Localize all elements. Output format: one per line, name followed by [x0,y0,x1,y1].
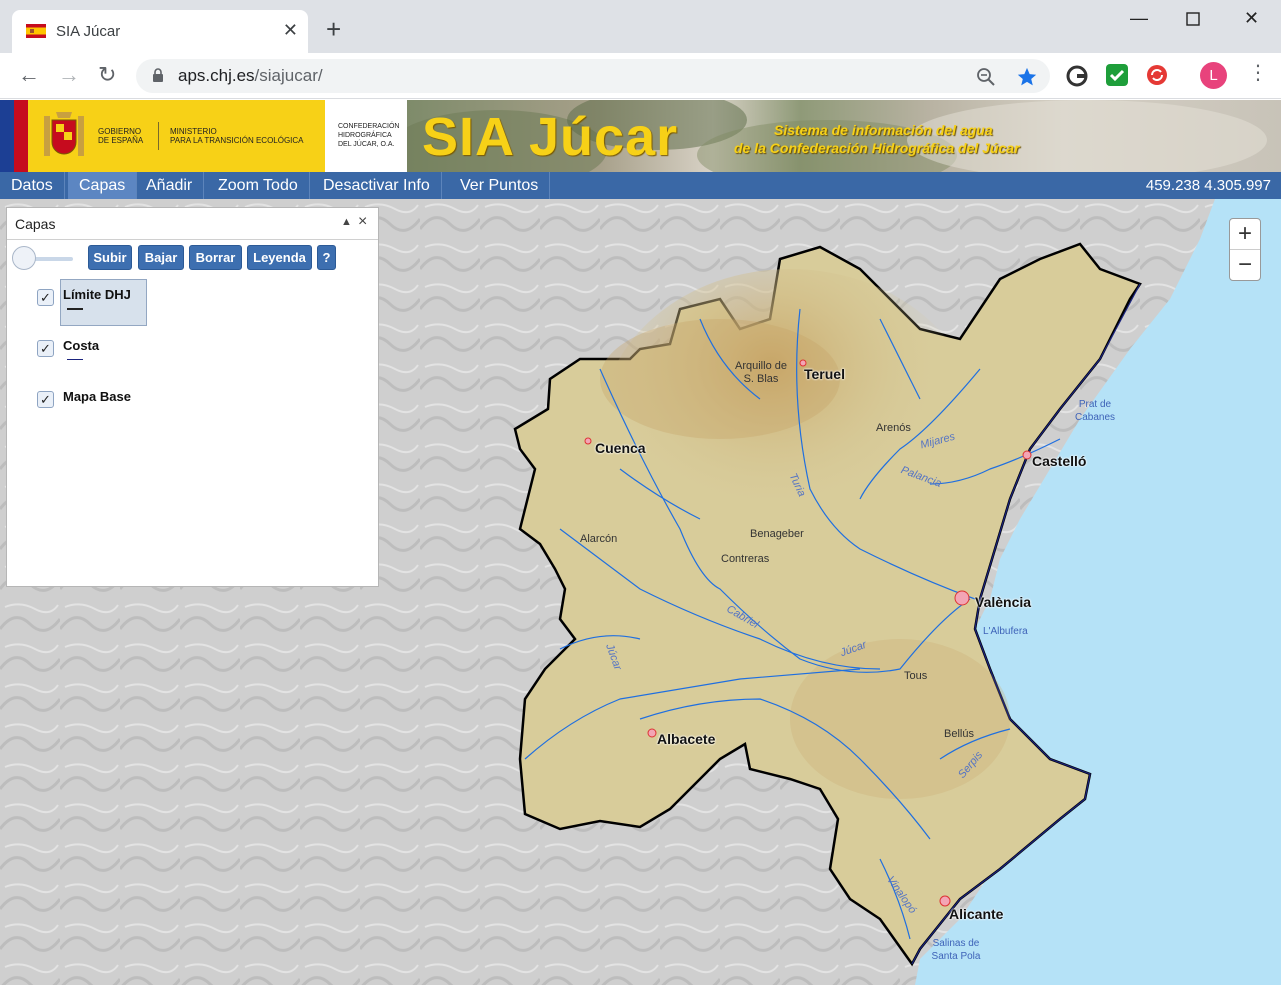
zoom-control: + − [1229,218,1261,281]
extension-check-icon[interactable] [1106,64,1128,86]
main-menu: Datos Capas Añadir Zoom Todo Desactivar … [0,172,1281,199]
ministry-line2: PARA LA TRANSICIÓN ECOLÓGICA [170,136,304,145]
site-subtitle-line1: Sistema de información del agua [774,122,993,138]
subir-button[interactable]: Subir [88,245,132,270]
place-label: Bellús [944,728,974,740]
coat-of-arms-icon [44,112,84,156]
collapse-icon[interactable]: ▲ [341,216,352,228]
tab-close-icon[interactable]: ✕ [283,20,298,40]
layer-checkbox[interactable]: ✓ [37,340,54,357]
place-label: Tous [904,670,928,682]
extension-sync-icon[interactable] [1146,64,1168,86]
site-banner: GOBIERNO DE ESPAÑA MINISTERIO PARA LA TR… [0,100,1281,172]
menu-zoom-todo[interactable]: Zoom Todo [207,172,310,199]
city-label: Castelló [1032,453,1087,469]
site-subtitle-line2: de la Confederación Hidrográfica del Júc… [734,140,1020,156]
conf-line3: DEL JÚCAR, O.A. [338,141,395,148]
conf-line2: HIDROGRÁFICA [338,132,392,139]
browser-toolbar: ← → ↻ aps.chj.es/siajucar/ L ⋮ [0,53,1281,99]
browser-tabstrip: SIA Júcar ✕ + — ✕ [0,0,1281,53]
back-arrow-icon[interactable]: ← [18,63,40,87]
borrar-button[interactable]: Borrar [189,245,242,270]
layer-name[interactable]: Mapa Base [63,389,131,404]
place-label: Arenós [876,422,911,434]
layers-panel: Capas ▲ × Subir Bajar Borrar Leyenda ? ✓… [6,207,379,587]
tab-title: SIA Júcar [56,23,121,40]
spain-flag-icon [26,24,46,38]
gov-line1: GOBIERNO [98,127,142,136]
layer-checkbox[interactable]: ✓ [37,391,54,408]
layer-name[interactable]: Costa [63,338,99,353]
opacity-slider-handle[interactable] [12,246,36,270]
conf-line1: CONFEDERACIÓN [338,123,400,130]
layer-line-symbol [67,308,83,310]
minimize-icon[interactable]: — [1130,8,1148,29]
menu-datos[interactable]: Datos [0,172,65,199]
menu-ver-puntos[interactable]: Ver Puntos [449,172,551,199]
help-button[interactable]: ? [317,245,336,270]
wetland-label: Prat de Cabanes [1074,399,1116,423]
place-label: Benageber [750,528,804,540]
menu-desactivar-info[interactable]: Desactivar Info [312,172,442,199]
close-icon[interactable]: × [358,213,367,231]
place-label: Alarcón [580,533,618,545]
maximize-icon[interactable] [1186,10,1200,31]
ministry-line1: MINISTERIO [170,127,217,136]
place-label: Contreras [721,553,770,565]
city-label: Cuenca [595,440,646,456]
zoom-out-button[interactable]: − [1230,250,1260,281]
browser-tab[interactable]: SIA Júcar ✕ [12,10,308,53]
new-tab-button[interactable]: + [326,16,341,42]
menu-capas[interactable]: Capas [68,172,138,199]
reload-icon[interactable]: ↻ [98,63,116,87]
city-label: Teruel [804,366,845,382]
layers-panel-header[interactable]: Capas ▲ × [7,208,378,240]
layer-line-symbol [67,359,83,360]
menu-anadir[interactable]: Añadir [135,172,205,199]
confederacion-logo-area: CONFEDERACIÓN HIDROGRÁFICA DEL JÚCAR, O.… [325,100,407,172]
layers-panel-title: Capas [15,216,56,232]
city-label: Albacete [657,731,716,747]
forward-arrow-icon[interactable]: → [58,63,80,87]
gov-line2: DE ESPAÑA [98,136,144,145]
leyenda-button[interactable]: Leyenda [247,245,312,270]
extension-g-icon[interactable] [1066,65,1088,87]
lagoon-label: L'Albufera [983,626,1028,637]
bajar-button[interactable]: Bajar [138,245,184,270]
zoom-in-button[interactable]: + [1230,219,1260,250]
zoom-out-icon[interactable] [976,67,996,87]
salinas-label: Salinas de Santa Pola [931,938,981,962]
layer-checkbox[interactable]: ✓ [37,289,54,306]
address-bar[interactable]: aps.chj.es/siajucar/ [136,59,1050,93]
government-logo-area: GOBIERNO DE ESPAÑA MINISTERIO PARA LA TR… [0,100,325,172]
bookmark-star-icon[interactable] [1016,66,1038,88]
lock-icon [153,68,163,82]
city-label: Alicante [949,906,1004,922]
place-label: Arquillo de S. Blas [735,360,787,385]
site-title: SIA Júcar [422,107,679,167]
profile-avatar[interactable]: L [1200,62,1227,89]
url-text[interactable]: aps.chj.es/siajucar/ [178,66,323,86]
city-label: València [975,594,1032,610]
coordinates-readout: 459.238 4.305.997 [1145,177,1271,194]
layer-name[interactable]: Límite DHJ [63,287,131,302]
browser-menu-icon[interactable]: ⋮ [1248,63,1268,83]
close-window-icon[interactable]: ✕ [1244,8,1259,29]
